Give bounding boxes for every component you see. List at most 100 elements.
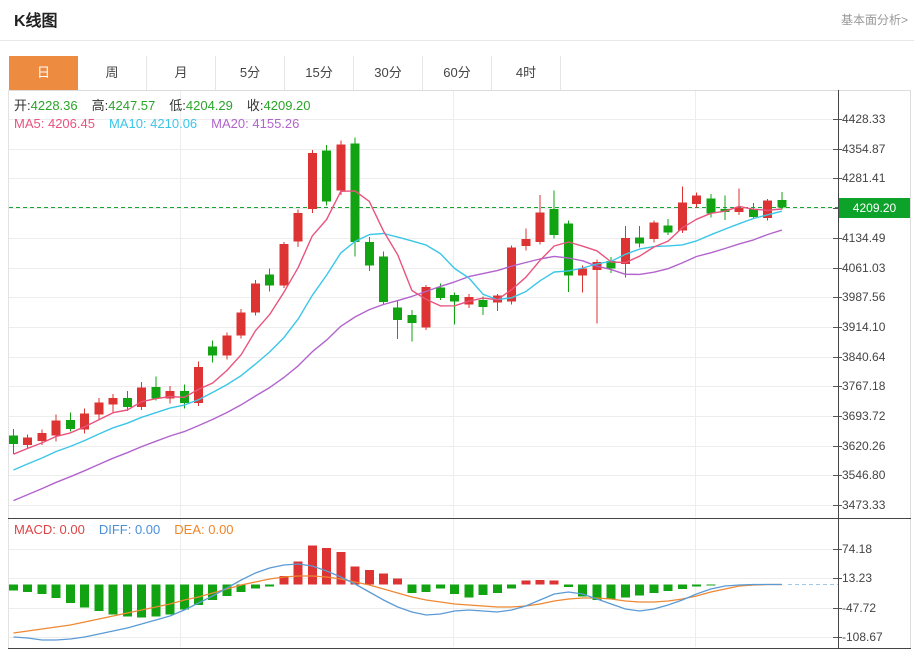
macd-bar — [493, 585, 502, 594]
macd-bar — [265, 585, 274, 587]
ma20-value: MA20: 4155.26 — [211, 116, 299, 131]
tab-5分[interactable]: 5分 — [216, 56, 285, 90]
candle — [94, 403, 103, 415]
macd-bar — [80, 585, 89, 608]
tab-日[interactable]: 日 — [9, 56, 78, 90]
candle — [536, 213, 545, 243]
macd-axis-label: 13.23 — [842, 570, 908, 586]
ma20-line — [14, 230, 782, 501]
ma10-line — [14, 211, 782, 470]
macd-bar — [322, 548, 331, 584]
candle — [379, 257, 388, 302]
macd-bar — [678, 585, 687, 589]
ohlc-legend: 开:4228.36 高:4247.57 低:4204.29 收:4209.20 — [14, 95, 325, 114]
candle — [479, 300, 488, 307]
tab-月[interactable]: 月 — [147, 56, 216, 90]
price-axis-label: 4428.33 — [842, 111, 908, 127]
kline-app: K线图 基本面分析> 日周月5分15分30分60分4时 开:4228.36 高:… — [0, 0, 914, 651]
price-axis-label: 4061.03 — [842, 260, 908, 276]
macd-bar — [66, 585, 75, 603]
macd-bar — [422, 585, 431, 592]
macd-bar — [521, 581, 530, 585]
price-axis-label: 3693.72 — [842, 408, 908, 424]
candle — [37, 433, 46, 441]
candle — [279, 244, 288, 286]
diff-value: DIFF: 0.00 — [99, 522, 160, 537]
macd-bar — [607, 585, 616, 600]
macd-bar — [94, 585, 103, 612]
macd-bar — [308, 545, 317, 584]
candle — [322, 151, 331, 202]
candle — [9, 436, 18, 444]
ma5-value: MA5: 4206.45 — [14, 116, 95, 131]
macd-bar — [151, 585, 160, 617]
candle — [23, 438, 32, 445]
macd-bar — [123, 585, 132, 617]
page-title: K线图 — [14, 7, 58, 31]
macd-bar — [180, 585, 189, 610]
macd-bar — [664, 585, 673, 591]
close-value: 收:4209.20 — [247, 95, 311, 114]
macd-axis-label: 74.18 — [842, 541, 908, 557]
macd-axis-label: -108.67 — [842, 629, 908, 645]
price-axis-label: 3987.56 — [842, 289, 908, 305]
ma10-value: MA10: 4210.06 — [109, 116, 197, 131]
candle — [664, 225, 673, 232]
candle — [521, 239, 530, 246]
macd-bar — [407, 585, 416, 594]
candle — [294, 213, 303, 242]
tab-60分[interactable]: 60分 — [423, 56, 492, 90]
current-price-badge: 4209.20 — [839, 198, 910, 218]
macd-bar — [137, 585, 146, 618]
candle — [621, 238, 630, 264]
candles-layer — [9, 138, 786, 454]
candle — [564, 223, 573, 275]
interval-tabbar: 日周月5分15分30分60分4时 — [9, 56, 561, 90]
macd-bar — [23, 585, 32, 592]
candle — [336, 145, 345, 191]
fundamental-analysis-link[interactable]: 基本面分析> — [841, 11, 908, 28]
high-value: 高:4247.57 — [92, 95, 156, 114]
candle — [550, 209, 559, 235]
macd-bar — [52, 585, 61, 599]
candle — [777, 200, 786, 208]
candle — [66, 420, 75, 429]
candle — [308, 153, 317, 209]
macd-legend: MACD: 0.00 DIFF: 0.00 DEA: 0.00 — [14, 522, 248, 537]
tab-4时[interactable]: 4时 — [492, 56, 561, 90]
candle — [52, 421, 61, 436]
macd-bar — [649, 585, 658, 594]
candle — [578, 269, 587, 276]
macd-bar — [393, 579, 402, 585]
candle — [265, 274, 274, 285]
macd-bar — [550, 581, 559, 585]
candle — [649, 223, 658, 240]
header-divider — [0, 40, 914, 41]
price-axis-label: 4354.87 — [842, 141, 908, 157]
price-axis-label: 3840.64 — [842, 349, 908, 365]
panel-borders — [8, 90, 911, 649]
tab-30分[interactable]: 30分 — [354, 56, 423, 90]
macd-bar — [379, 573, 388, 584]
macd-bar — [436, 585, 445, 589]
macd-bar — [564, 585, 573, 587]
open-value: 开:4228.36 — [14, 95, 78, 114]
candle — [393, 308, 402, 321]
macd-axis-label: -47.72 — [842, 600, 908, 616]
candle — [365, 242, 374, 265]
candle — [735, 208, 744, 212]
macd-bar — [536, 580, 545, 584]
price-axis-label: 3546.80 — [842, 467, 908, 483]
macd-bar — [109, 585, 118, 615]
tab-15分[interactable]: 15分 — [285, 56, 354, 90]
candle — [222, 335, 231, 355]
tab-周[interactable]: 周 — [78, 56, 147, 90]
macd-bar — [621, 585, 630, 598]
macd-bar — [479, 585, 488, 596]
macd-bar — [692, 585, 701, 587]
macd-histogram — [9, 545, 715, 617]
macd-bar — [507, 585, 516, 589]
macd-bar — [365, 570, 374, 585]
price-axis-label: 3620.26 — [842, 438, 908, 454]
candle — [692, 196, 701, 204]
